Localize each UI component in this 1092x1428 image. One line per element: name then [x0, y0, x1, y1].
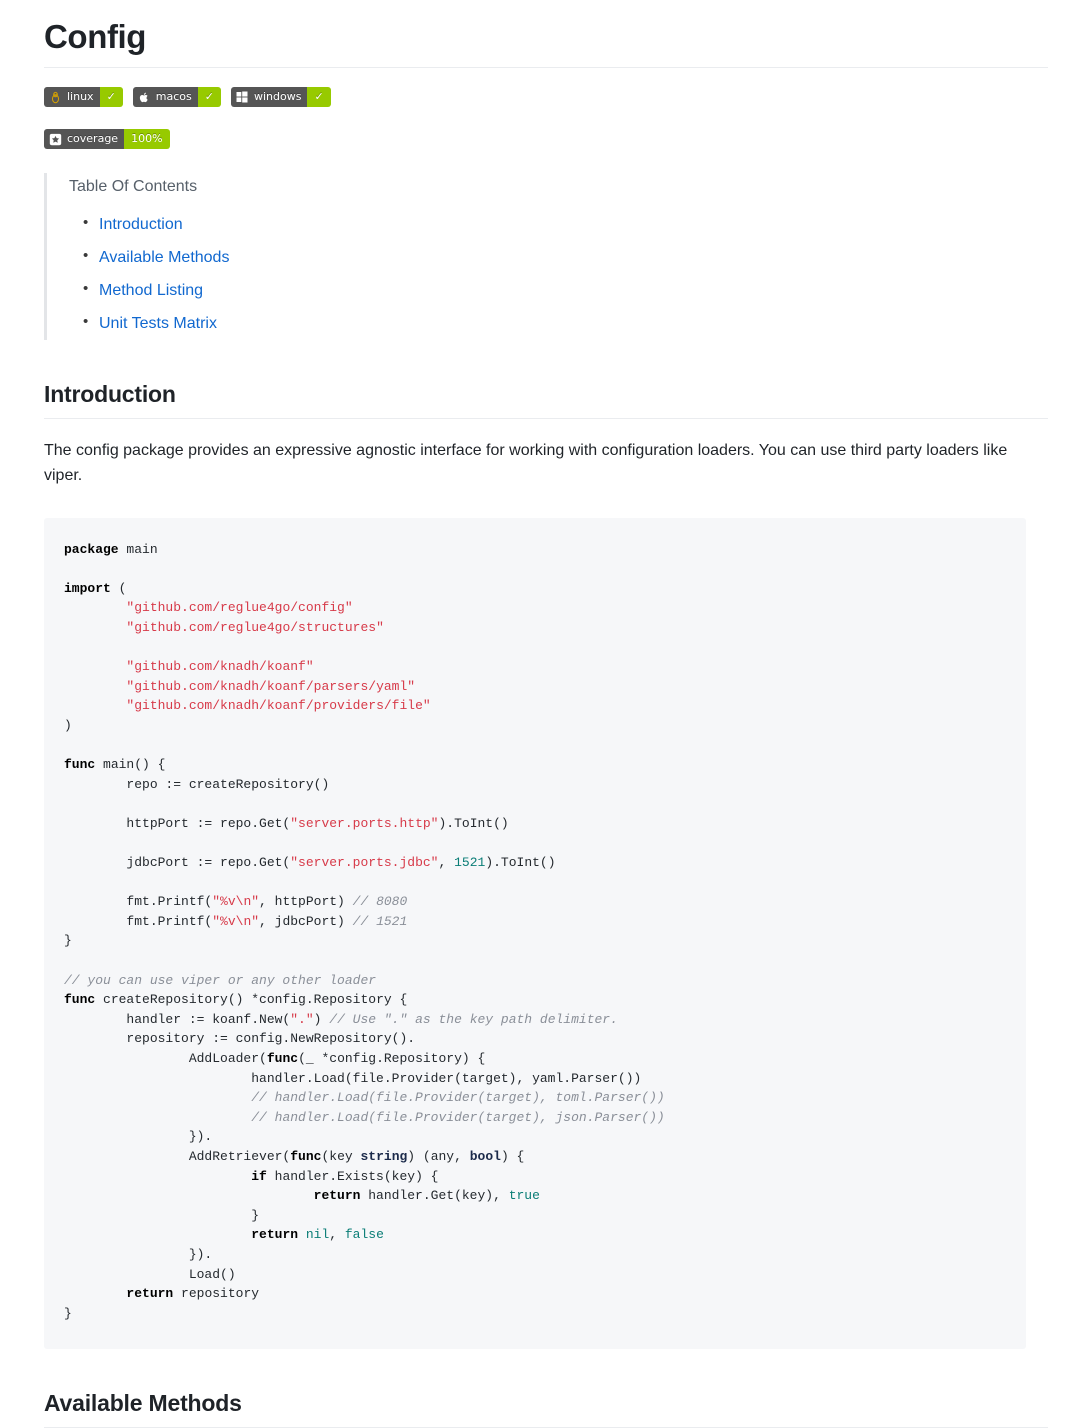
list-item: Unit Tests Matrix — [83, 311, 1048, 336]
badge-macos-label-part: macos — [132, 87, 198, 108]
badge-linux-label: linux — [67, 90, 94, 104]
code-content: package main import ( "github.com/reglue… — [64, 541, 665, 1321]
toc-link-method-listing[interactable]: Method Listing — [99, 282, 203, 299]
table-of-contents: Table Of Contents Introduction Available… — [44, 173, 1048, 341]
badge-macos-label: macos — [155, 90, 192, 104]
toc-link-unit-tests-matrix[interactable]: Unit Tests Matrix — [99, 315, 217, 332]
toc-list: Introduction Available Methods Method Li… — [69, 212, 1048, 336]
codecov-star-icon — [49, 132, 63, 146]
platform-badge-row: linux ✓ macos ✓ windows ✓ — [44, 87, 1048, 108]
badge-windows-status: ✓ — [307, 87, 331, 108]
badge-windows-label: windows — [253, 90, 302, 104]
badge-coverage-label-part: coverage — [44, 129, 125, 150]
badge-windows[interactable]: windows ✓ — [230, 87, 331, 108]
tux-linux-icon — [49, 90, 63, 104]
badge-windows-label-part: windows — [230, 87, 308, 108]
badge-macos-status: ✓ — [197, 87, 221, 108]
list-item: Method Listing — [83, 278, 1048, 303]
badge-coverage-value: 100% — [124, 129, 170, 150]
code-block-go: package main import ( "github.com/reglue… — [44, 517, 1026, 1350]
page-title: Config — [44, 16, 1048, 69]
toc-link-available-methods[interactable]: Available Methods — [99, 249, 229, 266]
badge-linux[interactable]: linux ✓ — [44, 87, 123, 108]
list-item: Available Methods — [83, 245, 1048, 270]
section-heading-introduction: Introduction — [44, 380, 1048, 419]
section-heading-available-methods: Available Methods — [44, 1389, 1048, 1428]
badge-linux-status: ✓ — [99, 87, 123, 108]
windows-icon — [236, 90, 250, 104]
introduction-paragraph: The config package provides an expressiv… — [44, 442, 1008, 484]
apple-icon — [138, 90, 152, 104]
list-item: Introduction — [83, 212, 1048, 237]
toc-title: Table Of Contents — [69, 178, 198, 196]
badge-linux-label-part: linux — [44, 87, 100, 108]
toc-link-introduction[interactable]: Introduction — [99, 216, 183, 233]
coverage-badge-row: coverage 100% — [44, 129, 1048, 150]
badge-macos[interactable]: macos ✓ — [132, 87, 221, 108]
badge-coverage[interactable]: coverage 100% — [44, 129, 170, 150]
badge-coverage-label: coverage — [67, 132, 119, 146]
document-page: Config linux ✓ macos ✓ windows ✓ coverag… — [0, 16, 1092, 1428]
